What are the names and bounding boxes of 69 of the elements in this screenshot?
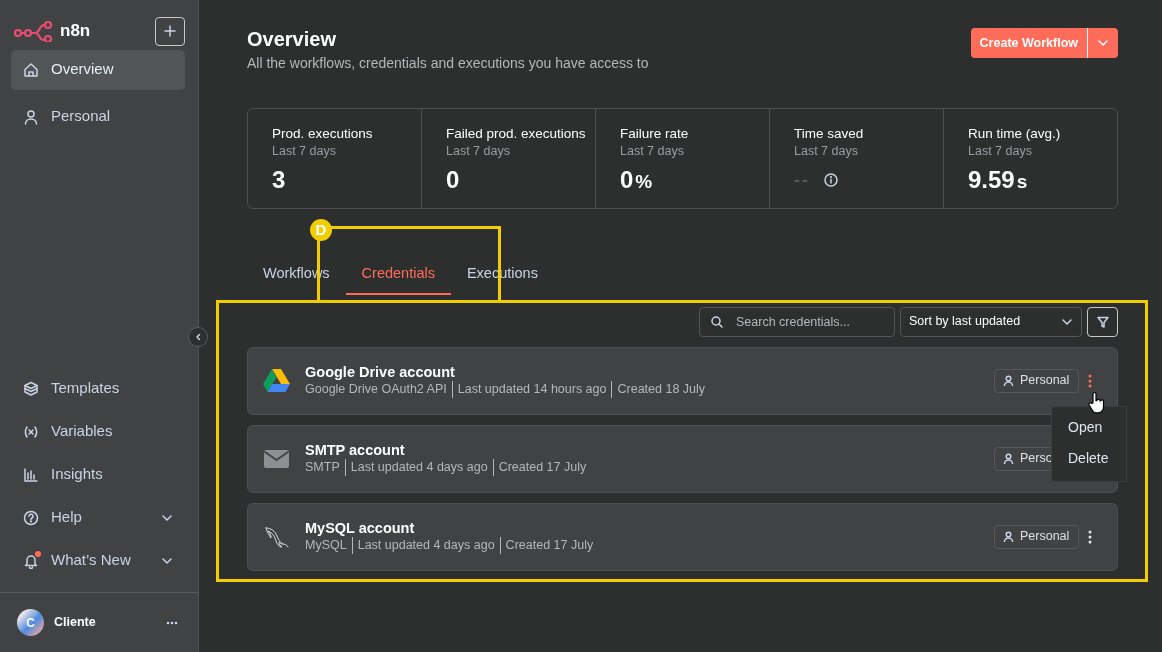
stat-value: 9.59s bbox=[968, 166, 1028, 195]
more-icon bbox=[166, 620, 178, 625]
filter-button[interactable] bbox=[1087, 306, 1118, 337]
hand-cursor-icon bbox=[1087, 390, 1105, 415]
collapse-button[interactable] bbox=[188, 327, 208, 347]
credential-detail: Last updated 4 days ago bbox=[351, 537, 500, 555]
user-icon bbox=[1003, 531, 1014, 543]
stat-period: Last 7 days bbox=[272, 143, 337, 160]
help-icon bbox=[23, 509, 39, 526]
kebab-icon bbox=[1088, 529, 1092, 544]
variable-icon bbox=[23, 423, 39, 440]
chart-icon bbox=[23, 466, 39, 483]
credential-detail: Last updated 14 hours ago bbox=[451, 381, 612, 399]
owner-badge: Personal bbox=[994, 524, 1079, 549]
sidebar-item[interactable]: Templates bbox=[11, 367, 185, 410]
stat-title: Time saved bbox=[794, 125, 865, 143]
box-icon bbox=[23, 380, 39, 397]
stat-value: 3 bbox=[272, 166, 286, 194]
page-title: Overview bbox=[247, 28, 337, 50]
stat-value: 0% bbox=[620, 166, 653, 195]
plus-icon bbox=[164, 25, 176, 37]
user-icon bbox=[23, 108, 39, 125]
sidebar-item[interactable]: Overview bbox=[11, 49, 185, 90]
credential-detail: Created 18 July bbox=[611, 381, 711, 399]
credential-name: MySQL account bbox=[305, 519, 416, 538]
user-icon bbox=[1003, 375, 1014, 387]
credential-name: SMTP account bbox=[305, 441, 406, 460]
stat-period: Last 7 days bbox=[620, 143, 685, 160]
owner-badge: Personal bbox=[994, 368, 1079, 393]
tab[interactable]: Credentials bbox=[345, 257, 451, 295]
credential-name: Google Drive account bbox=[305, 363, 456, 382]
stat-period: Last 7 days bbox=[794, 143, 859, 160]
credential-detail: SMTP bbox=[305, 459, 341, 477]
credential-detail: Google Drive OAuth2 API bbox=[305, 381, 448, 399]
logo-text: n8n bbox=[60, 20, 91, 43]
filter-icon bbox=[1096, 315, 1109, 328]
stat-title: Prod. executions bbox=[272, 125, 374, 143]
stat-title: Failure rate bbox=[620, 125, 690, 143]
credential-detail: Created 17 July bbox=[499, 537, 599, 555]
annotation-badge: D bbox=[310, 219, 332, 241]
user-name: Cliente bbox=[54, 614, 96, 632]
search-field[interactable]: Search credentials... bbox=[699, 306, 895, 337]
sidebar-item[interactable]: Personal bbox=[11, 96, 185, 137]
chevron-down-icon bbox=[1097, 37, 1109, 49]
sidebar-item[interactable]: Help bbox=[11, 496, 185, 539]
chevron-left-icon bbox=[194, 333, 202, 341]
stat-value: -- bbox=[794, 169, 810, 192]
user-icon bbox=[1003, 453, 1014, 465]
credential-detail: Created 17 July bbox=[492, 459, 592, 477]
stat-title: Failed prod. executions bbox=[446, 125, 587, 143]
add-button[interactable] bbox=[155, 16, 185, 46]
sidebar-item[interactable]: What’s New bbox=[11, 539, 185, 582]
drive-icon bbox=[263, 367, 290, 395]
logo-icon bbox=[14, 20, 54, 42]
more-button[interactable] bbox=[166, 620, 178, 625]
credential-card[interactable]: MySQL account MySQL Last updated 4 days ago Created 17 July Personal bbox=[247, 502, 1118, 571]
credential-detail: MySQL bbox=[305, 537, 348, 555]
sidebar-item[interactable]: Insights bbox=[11, 453, 185, 496]
sidebar-item[interactable]: Variables bbox=[11, 410, 185, 453]
stat-period: Last 7 days bbox=[446, 143, 511, 160]
search-icon bbox=[711, 315, 723, 328]
stat-period: Last 7 days bbox=[968, 143, 1033, 160]
stat-value: 0 bbox=[446, 166, 460, 194]
stat-title: Run time (avg.) bbox=[968, 125, 1062, 143]
credential-detail: Last updated 4 days ago bbox=[344, 459, 493, 477]
kebab-icon bbox=[1088, 373, 1092, 388]
page-subtitle: All the workflows, credentials and executions you have access to bbox=[247, 54, 649, 73]
sort-dropdown[interactable]: Sort by last updated bbox=[900, 306, 1082, 337]
home-icon bbox=[23, 61, 39, 78]
